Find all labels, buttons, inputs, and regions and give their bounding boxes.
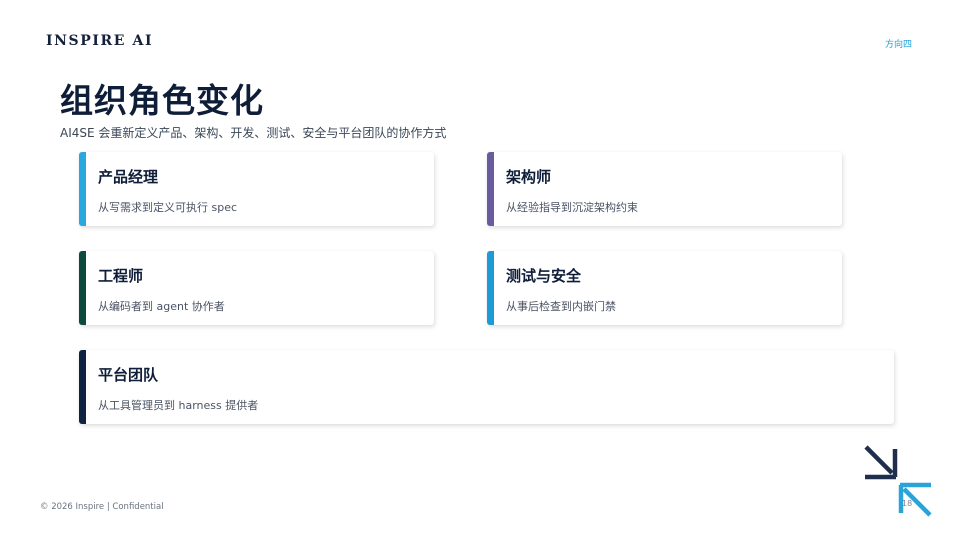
role-card-testing-security: 测试与安全 从事后检查到内嵌门禁 [487, 251, 842, 325]
card-description: 从写需求到定义可执行 spec [98, 201, 238, 214]
card-description: 从事后检查到内嵌门禁 [506, 300, 616, 313]
card-title: 产品经理 [98, 168, 159, 186]
card-accent-bar [79, 251, 86, 325]
card-title: 架构师 [506, 168, 552, 186]
card-description: 从编码者到 agent 协作者 [98, 300, 225, 313]
page-subtitle: AI4SE 会重新定义产品、架构、开发、测试、安全与平台团队的协作方式 [60, 126, 447, 140]
page-title: 组织角色变化 [60, 81, 264, 120]
card-description: 从经验指导到沉淀架构约束 [506, 201, 638, 214]
card-title: 工程师 [98, 267, 144, 285]
section-tag: 方向四 [884, 40, 912, 50]
card-accent-bar [487, 152, 494, 226]
logo-dark-arrow [864, 445, 898, 480]
footer-copyright: © 2026 Inspire | Confidential [40, 502, 164, 512]
card-accent-bar [487, 251, 494, 325]
card-title: 测试与安全 [506, 267, 582, 285]
logo-blue-arrow [898, 482, 932, 517]
inspire-arrows-logo-icon [864, 445, 932, 517]
card-accent-bar [79, 350, 86, 424]
card-title: 平台团队 [98, 366, 159, 384]
slide: INSPIRE AI 方向四 组织角色变化 AI4SE 会重新定义产品、架构、开… [0, 0, 960, 540]
role-card-platform-team: 平台团队 从工具管理员到 harness 提供者 [79, 350, 894, 424]
role-card-engineer: 工程师 从编码者到 agent 协作者 [79, 251, 434, 325]
card-description: 从工具管理员到 harness 提供者 [98, 399, 259, 412]
role-card-architect: 架构师 从经验指导到沉淀架构约束 [487, 152, 842, 226]
role-card-product-manager: 产品经理 从写需求到定义可执行 spec [79, 152, 434, 226]
brand-logo-text: INSPIRE AI [46, 33, 154, 49]
card-accent-bar [79, 152, 86, 226]
